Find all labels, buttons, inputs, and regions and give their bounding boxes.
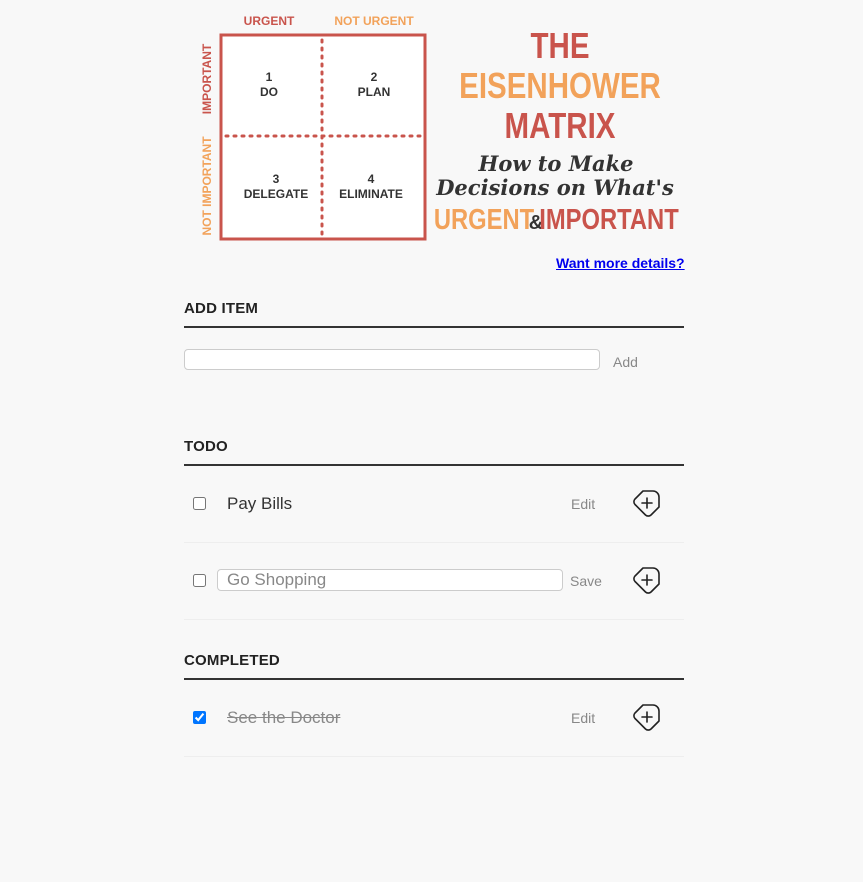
add-item-heading: ADD ITEM	[184, 300, 684, 328]
title-matrix: MATRIX	[505, 105, 616, 145]
new-item-input[interactable]	[184, 349, 600, 370]
banner-graphic: URGENT NOT URGENT IMPORTANT NOT IMPORTAN…	[200, 14, 679, 241]
todo-item-label: Pay Bills	[227, 494, 293, 513]
col-not-urgent-label: NOT URGENT	[334, 14, 414, 28]
subtitle-line1: How to Make	[477, 151, 633, 176]
eisenhower-banner: URGENT NOT URGENT IMPORTANT NOT IMPORTAN…	[0, 0, 863, 250]
subtitle-line2: Decisions on What's	[435, 175, 674, 200]
todo-item: Pay Bills Edit	[184, 466, 684, 543]
todo-heading: TODO	[184, 438, 684, 466]
tagline-urgent: URGENT	[434, 203, 534, 236]
completed-heading: COMPLETED	[184, 652, 684, 680]
tagline-important: IMPORTANT	[539, 203, 678, 236]
completed-item-label: See the Doctor	[227, 708, 341, 727]
add-tag-icon[interactable]	[632, 488, 662, 518]
q4-number: 4	[368, 172, 375, 186]
row-not-important-label: NOT IMPORTANT	[200, 136, 214, 236]
todo-item: Save	[184, 543, 684, 620]
todo-app: ADD ITEM Add TODO Pay Bills Edit Save CO…	[184, 300, 684, 757]
edit-button[interactable]: Edit	[571, 710, 595, 726]
q1-number: 1	[266, 70, 273, 84]
row-important-label: IMPORTANT	[200, 43, 214, 114]
completed-item-checkbox[interactable]	[193, 711, 206, 724]
col-urgent-label: URGENT	[244, 14, 295, 28]
add-button[interactable]: Add	[613, 354, 638, 370]
save-button[interactable]: Save	[570, 573, 602, 589]
q4-label: ELIMINATE	[339, 187, 403, 201]
q3-label: DELEGATE	[244, 187, 308, 201]
q3-number: 3	[273, 172, 280, 186]
add-item-row: Add	[184, 328, 684, 398]
add-tag-icon[interactable]	[632, 702, 662, 732]
completed-item: See the Doctor Edit	[184, 680, 684, 757]
add-tag-icon[interactable]	[632, 565, 662, 595]
want-more-details-link[interactable]: Want more details?	[556, 255, 685, 271]
title-the: THE	[530, 25, 589, 65]
q1-label: DO	[260, 85, 278, 99]
q2-label: PLAN	[358, 85, 391, 99]
todo-item-checkbox[interactable]	[193, 574, 206, 587]
todo-item-checkbox[interactable]	[193, 497, 206, 510]
edit-button[interactable]: Edit	[571, 496, 595, 512]
title-eisenhower: EISENHOWER	[459, 65, 661, 105]
q2-number: 2	[371, 70, 378, 84]
todo-item-edit-input[interactable]	[217, 569, 563, 591]
